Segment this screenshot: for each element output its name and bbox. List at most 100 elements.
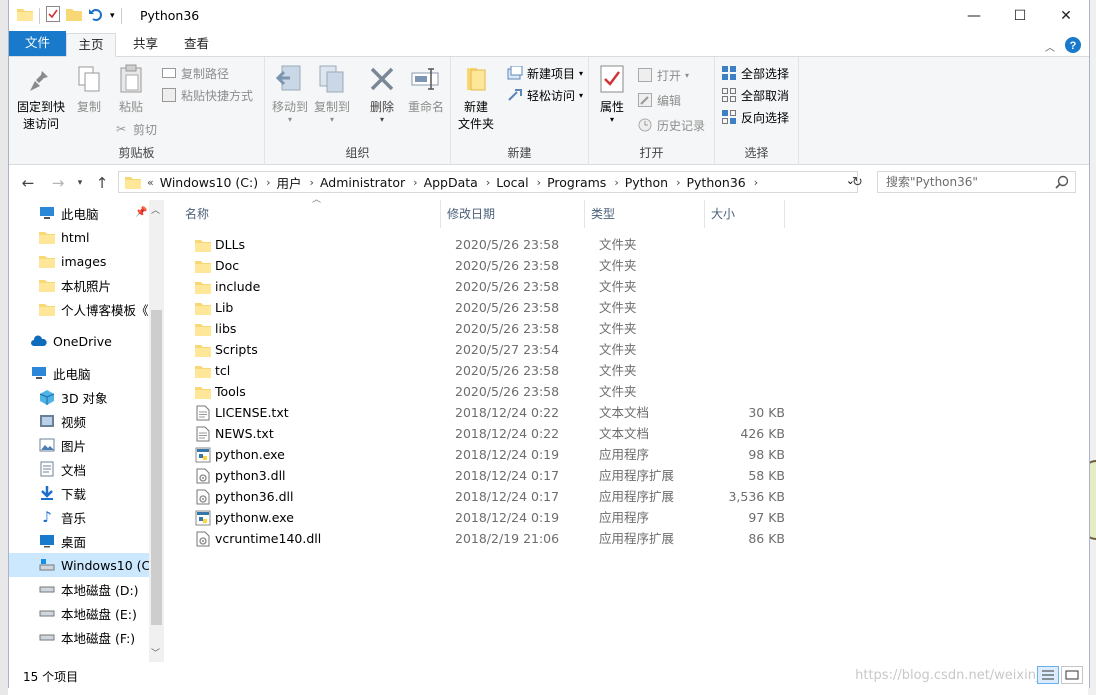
file-row[interactable]: Tools 2020/5/26 23:58 文件夹: [179, 381, 789, 402]
paste-button[interactable]: 粘贴: [113, 63, 149, 116]
breadcrumb-python[interactable]: Python: [625, 175, 668, 190]
undo-icon[interactable]: [88, 6, 104, 25]
file-row[interactable]: python36.dll 2018/12/24 0:17 应用程序扩展 3,536 K…: [179, 486, 789, 507]
nav-item-local-photos[interactable]: 本机照片: [9, 273, 149, 297]
breadcrumb-separator[interactable]: ›: [676, 176, 680, 189]
copy-button[interactable]: 复制: [71, 63, 107, 116]
file-row[interactable]: vcruntime140.dll 2018/2/19 21:06 应用程序扩展 86 …: [179, 528, 789, 549]
file-row[interactable]: include 2020/5/26 23:58 文件夹: [179, 276, 789, 297]
copy-to-button[interactable]: 复制到 ▾: [313, 63, 351, 124]
nav-item-html[interactable]: html: [9, 225, 149, 249]
breadcrumb-drive[interactable]: Windows10 (C:): [160, 175, 258, 190]
file-row[interactable]: Doc 2020/5/26 23:58 文件夹: [179, 255, 789, 276]
minimize-button[interactable]: —: [951, 0, 997, 31]
file-row[interactable]: NEWS.txt 2018/12/24 0:22 文本文档 426 KB: [179, 423, 789, 444]
close-button[interactable]: ✕: [1043, 0, 1089, 31]
file-row[interactable]: Lib 2020/5/26 23:58 文件夹: [179, 297, 789, 318]
breadcrumb-separator[interactable]: ›: [310, 176, 314, 189]
scrollbar-thumb[interactable]: [151, 310, 162, 625]
large-icons-view-button[interactable]: [1061, 666, 1083, 684]
pin-to-quick-access-button[interactable]: 固定到快 速访问: [13, 63, 69, 133]
new-folder-button[interactable]: 新建 文件夹: [455, 63, 497, 133]
tab-file[interactable]: 文件: [9, 31, 66, 56]
file-row[interactable]: tcl 2020/5/26 23:58 文件夹: [179, 360, 789, 381]
back-button[interactable]: ←: [17, 174, 39, 192]
nav-item-downloads[interactable]: 下载: [9, 481, 149, 505]
rename-button[interactable]: 重命名: [405, 63, 447, 116]
breadcrumb-python36[interactable]: Python36: [686, 175, 745, 190]
file-name-cell[interactable]: Lib: [195, 297, 233, 318]
select-none-button[interactable]: 全部取消: [721, 85, 789, 105]
nav-item-pictures[interactable]: 图片: [9, 433, 149, 457]
file-name-cell[interactable]: Scripts: [195, 339, 258, 360]
expand-ribbon-icon[interactable]: ︿: [1045, 39, 1055, 54]
column-header-date[interactable]: 修改日期: [441, 200, 585, 228]
file-name-cell[interactable]: python.exe: [195, 444, 285, 465]
new-item-button[interactable]: 新建项目 ▾: [507, 63, 583, 83]
nav-item-drive-c[interactable]: Windows10 (C:: [9, 553, 149, 577]
file-row[interactable]: libs 2020/5/26 23:58 文件夹: [179, 318, 789, 339]
nav-item-this-pc[interactable]: 此电脑: [9, 361, 149, 385]
file-name-cell[interactable]: NEWS.txt: [195, 423, 274, 444]
file-row[interactable]: Scripts 2020/5/27 23:54 文件夹: [179, 339, 789, 360]
file-name-cell[interactable]: DLLs: [195, 234, 245, 255]
file-name-cell[interactable]: vcruntime140.dll: [195, 528, 321, 549]
tab-home[interactable]: 主页: [66, 33, 116, 57]
details-view-button[interactable]: [1037, 666, 1059, 684]
maximize-button[interactable]: ☐: [997, 0, 1043, 31]
select-all-button[interactable]: 全部选择: [721, 63, 789, 83]
file-row[interactable]: LICENSE.txt 2018/12/24 0:22 文本文档 30 KB: [179, 402, 789, 423]
customize-dropdown-icon[interactable]: ▾: [110, 11, 115, 21]
delete-button[interactable]: 删除 ▾: [363, 63, 401, 124]
recent-locations-button[interactable]: ▾: [69, 174, 91, 192]
help-icon[interactable]: ?: [1065, 37, 1081, 56]
open-button[interactable]: 打开 ▾: [637, 65, 689, 85]
breadcrumb-administrator[interactable]: Administrator: [320, 175, 405, 190]
properties-button[interactable]: 属性 ▾: [593, 63, 631, 124]
nav-item-3d-objects[interactable]: 3D 对象: [9, 385, 149, 409]
file-row[interactable]: python.exe 2018/12/24 0:19 应用程序 98 KB: [179, 444, 789, 465]
nav-item-onedrive[interactable]: OneDrive: [9, 329, 149, 353]
scroll-up-icon[interactable]: ︿: [151, 203, 160, 216]
breadcrumb-separator[interactable]: ›: [537, 176, 541, 189]
address-bar[interactable]: « Windows10 (C:) › 用户 › Administrator › App…: [118, 171, 858, 193]
new-folder-icon[interactable]: [66, 7, 82, 24]
file-name-cell[interactable]: Doc: [195, 255, 239, 276]
file-row[interactable]: pythonw.exe 2018/12/24 0:19 应用程序 97 KB: [179, 507, 789, 528]
nav-scrollbar[interactable]: ︿ ﹀: [149, 200, 164, 662]
file-name-cell[interactable]: pythonw.exe: [195, 507, 294, 528]
forward-button[interactable]: →: [47, 174, 69, 192]
scroll-down-icon[interactable]: ﹀: [151, 646, 160, 659]
file-name-cell[interactable]: LICENSE.txt: [195, 402, 289, 423]
breadcrumb-separator[interactable]: ›: [413, 176, 417, 189]
column-header-size[interactable]: 大小: [705, 200, 785, 228]
properties-icon[interactable]: [46, 6, 60, 25]
file-name-cell[interactable]: libs: [195, 318, 236, 339]
breadcrumb-local[interactable]: Local: [496, 175, 528, 190]
breadcrumb-appdata[interactable]: AppData: [424, 175, 478, 190]
file-name-cell[interactable]: python3.dll: [195, 465, 286, 486]
breadcrumb-users[interactable]: 用户: [277, 173, 302, 192]
column-header-type[interactable]: 类型: [585, 200, 705, 228]
breadcrumb-programs[interactable]: Programs: [547, 175, 606, 190]
file-name-cell[interactable]: include: [195, 276, 260, 297]
file-name-cell[interactable]: python36.dll: [195, 486, 294, 507]
breadcrumb-separator[interactable]: ›: [614, 176, 618, 189]
tab-view[interactable]: 查看: [172, 33, 221, 57]
breadcrumb-separator[interactable]: ›: [754, 176, 758, 189]
nav-item-music[interactable]: ♪ 音乐: [9, 505, 149, 529]
file-row[interactable]: DLLs 2020/5/26 23:58 文件夹: [179, 234, 789, 255]
nav-item-this-pc-quick[interactable]: 此电脑: [9, 201, 149, 225]
cut-button[interactable]: ✂ 剪切: [113, 119, 157, 139]
file-name-cell[interactable]: Tools: [195, 381, 246, 402]
search-input[interactable]: 搜索"Python36": [877, 171, 1076, 193]
paste-shortcut-button[interactable]: 粘贴快捷方式: [161, 85, 253, 105]
refresh-icon[interactable]: ↻: [852, 175, 863, 190]
edit-button[interactable]: 编辑: [637, 90, 681, 110]
search-icon[interactable]: [1055, 175, 1069, 195]
breadcrumb-overflow[interactable]: «: [147, 176, 154, 189]
history-button[interactable]: 历史记录: [637, 115, 705, 135]
nav-item-videos[interactable]: 视频: [9, 409, 149, 433]
nav-item-images[interactable]: images: [9, 249, 149, 273]
invert-selection-button[interactable]: 反向选择: [721, 107, 789, 127]
